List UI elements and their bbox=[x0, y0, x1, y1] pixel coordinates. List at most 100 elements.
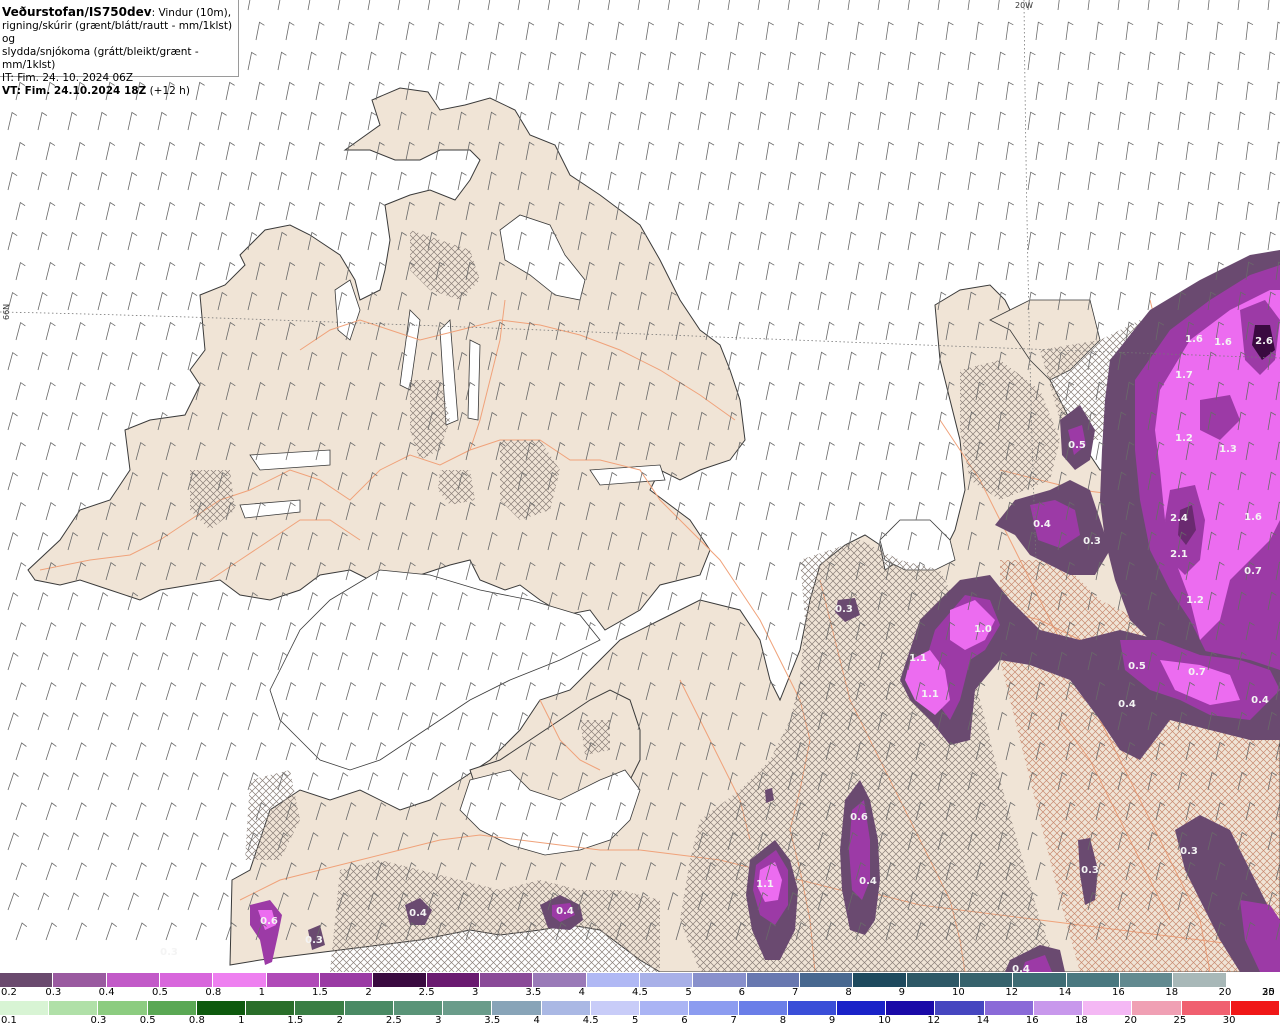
legend-swatch bbox=[1119, 973, 1174, 987]
precip-value-label: 2.4 bbox=[1170, 513, 1188, 524]
legend-label: 7 bbox=[792, 987, 799, 998]
legend-label: 9 bbox=[898, 987, 906, 998]
precip-value-label: 1.7 bbox=[1175, 370, 1193, 381]
legend-swatch bbox=[1033, 1001, 1084, 1015]
map-description-2: rigning/skúrir (grænt/blátt/rautt - mm/1… bbox=[2, 20, 233, 45]
legend-label: 20 bbox=[1124, 1015, 1138, 1026]
legend-label: 2.5 bbox=[385, 1015, 402, 1026]
legend-label: 0.4 bbox=[98, 987, 115, 998]
legend-swatch bbox=[738, 1001, 788, 1015]
legend-label: 0.8 bbox=[205, 987, 222, 998]
legend-label: 0.3 bbox=[90, 1015, 107, 1026]
legend-label: 16 bbox=[1112, 987, 1125, 998]
legend-label: 12 bbox=[927, 1015, 941, 1026]
legend-label: 5 bbox=[685, 987, 692, 998]
legend-swatch bbox=[492, 1001, 542, 1015]
longitude-label: 20W bbox=[1015, 1, 1033, 10]
legend-label: 10 bbox=[878, 1015, 891, 1026]
snow-legend: 0.2 0.3 0.4 0.5 0.8 1 1.5 2 2.5 3 3.5 4 4.5 5 6 7 8 9 10 12… bbox=[0, 973, 1280, 1002]
precip-value-label: 0.7 bbox=[1188, 667, 1206, 678]
legend-swatch bbox=[1230, 1001, 1280, 1015]
legend-swatch bbox=[853, 973, 907, 987]
legend-label: 6 bbox=[738, 987, 746, 998]
precip-value-label: 1.6 bbox=[1244, 512, 1262, 523]
legend-label: 20 bbox=[1218, 987, 1232, 998]
legend-label: 0.5 bbox=[152, 987, 168, 998]
map-description-3: slydda/snjókoma (grátt/bleikt/grænt - mm… bbox=[2, 46, 199, 71]
legend-label: 18 bbox=[1165, 987, 1179, 998]
precip-value-label: 1.1 bbox=[921, 689, 939, 700]
legend-swatch bbox=[1132, 1001, 1182, 1015]
legend-label: 4 bbox=[578, 987, 586, 998]
precip-value-label: 0.3 bbox=[1180, 846, 1198, 857]
legend-label: 25 bbox=[1173, 1015, 1187, 1026]
map-description-1: : Vindur (10m), bbox=[151, 7, 232, 19]
initial-time: IT: Fim. 24. 10. 2024 06Z bbox=[2, 72, 134, 84]
snow-legend-labels: 0.2 0.3 0.4 0.5 0.8 1 1.5 2 2.5 3 3.5 4 4.5 5 6 7 8 9 10 12… bbox=[0, 987, 1280, 1002]
legend-swatch bbox=[1066, 973, 1120, 987]
legend-swatch bbox=[836, 1001, 887, 1015]
legend-label: 4.5 bbox=[582, 1015, 599, 1026]
legend-label: 2.5 bbox=[418, 987, 435, 998]
legend-label: 1.5 bbox=[287, 1015, 304, 1026]
legend-label: 14 bbox=[976, 1015, 990, 1026]
legend-swatch bbox=[984, 1001, 1034, 1015]
precip-value-label: 1.1 bbox=[756, 879, 774, 890]
precip-value-label: 0.5 bbox=[1128, 661, 1146, 672]
precip-value-label: 0.4 bbox=[1118, 699, 1136, 710]
legend-swatch bbox=[443, 1001, 493, 1015]
legend-label: 0.1 bbox=[1, 1015, 17, 1026]
legend-swatch bbox=[159, 973, 214, 987]
legend-swatch bbox=[935, 1001, 985, 1015]
precip-value-label: 1.1 bbox=[909, 653, 927, 664]
precip-value-label: 0.4 bbox=[556, 906, 574, 917]
legend-label: 0.3 bbox=[45, 987, 62, 998]
precip-value-label: 0.3 bbox=[305, 935, 323, 946]
legend-swatch bbox=[1083, 1001, 1133, 1015]
legend-label: 1 bbox=[238, 1015, 245, 1026]
legend-label: 4.5 bbox=[632, 987, 648, 998]
precip-value-label: 0.4 bbox=[1012, 964, 1030, 972]
legend-label: 12 bbox=[1005, 987, 1019, 998]
precip-value-label: 2.6 bbox=[1255, 336, 1273, 347]
legend-label: 5 bbox=[632, 1015, 639, 1026]
legend-swatch bbox=[295, 1001, 345, 1015]
snow-legend-swatches bbox=[0, 973, 1280, 987]
legend-label: 3.5 bbox=[525, 987, 542, 998]
precip-value-label: 0.4 bbox=[409, 908, 427, 919]
legend-label: 7 bbox=[730, 1015, 737, 1026]
legend-label: 8 bbox=[845, 987, 852, 998]
precip-value-label: 1.0 bbox=[974, 624, 992, 635]
valid-time: VT: Fim. 24.10.2024 18Z bbox=[2, 85, 147, 97]
precip-value-label: 0.4 bbox=[1251, 695, 1269, 706]
legend-label: 16 bbox=[1025, 1015, 1039, 1026]
legend-label: 9 bbox=[828, 1015, 836, 1026]
legend-label: 4 bbox=[533, 1015, 540, 1026]
legend-swatch bbox=[541, 1001, 591, 1015]
legend-swatch bbox=[787, 1001, 837, 1015]
legend-swatch bbox=[393, 1001, 444, 1015]
precip-value-label: 1.6 bbox=[1185, 334, 1203, 345]
precip-value-label: 0.3 bbox=[1083, 536, 1101, 547]
weather-map[interactable]: 20W 66N 1.6 1.6 2.6 1.7 1.2 1.3 0.5 0.4 … bbox=[0, 0, 1280, 972]
legend-label: 3.5 bbox=[484, 1015, 501, 1026]
valid-time-offset: (+12 h) bbox=[149, 85, 190, 97]
legend-label: 30 bbox=[1222, 1015, 1236, 1026]
rain-legend-swatches bbox=[0, 1001, 1280, 1015]
legend-label: 10 bbox=[952, 987, 965, 998]
legend-swatch bbox=[479, 973, 534, 987]
legend-label: 1.5 bbox=[312, 987, 328, 998]
map-info-box: Veðurstofan/IS750dev: Vindur (10m), rign… bbox=[0, 0, 239, 97]
precip-value-label: 0.4 bbox=[859, 876, 877, 887]
legend-swatch bbox=[0, 1001, 50, 1015]
precip-value-label: 1.2 bbox=[1175, 433, 1193, 444]
legend-swatch bbox=[213, 973, 267, 987]
rain-legend-labels: 0.1 0.3 0.5 0.8 1 1.5 2 2.5 3 3.5 4 4.5 5 6 7 8 9 10 12 14 1… bbox=[0, 1015, 1280, 1030]
legend-label: 3 bbox=[435, 1015, 442, 1026]
legend-label: 2 bbox=[365, 987, 372, 998]
legend-swatch bbox=[53, 973, 107, 987]
legend-label: 0.8 bbox=[188, 1015, 205, 1026]
legend-swatch bbox=[640, 1001, 690, 1015]
legend-label: 8 bbox=[779, 1015, 787, 1026]
precip-value-label: 0.6 bbox=[260, 916, 278, 927]
